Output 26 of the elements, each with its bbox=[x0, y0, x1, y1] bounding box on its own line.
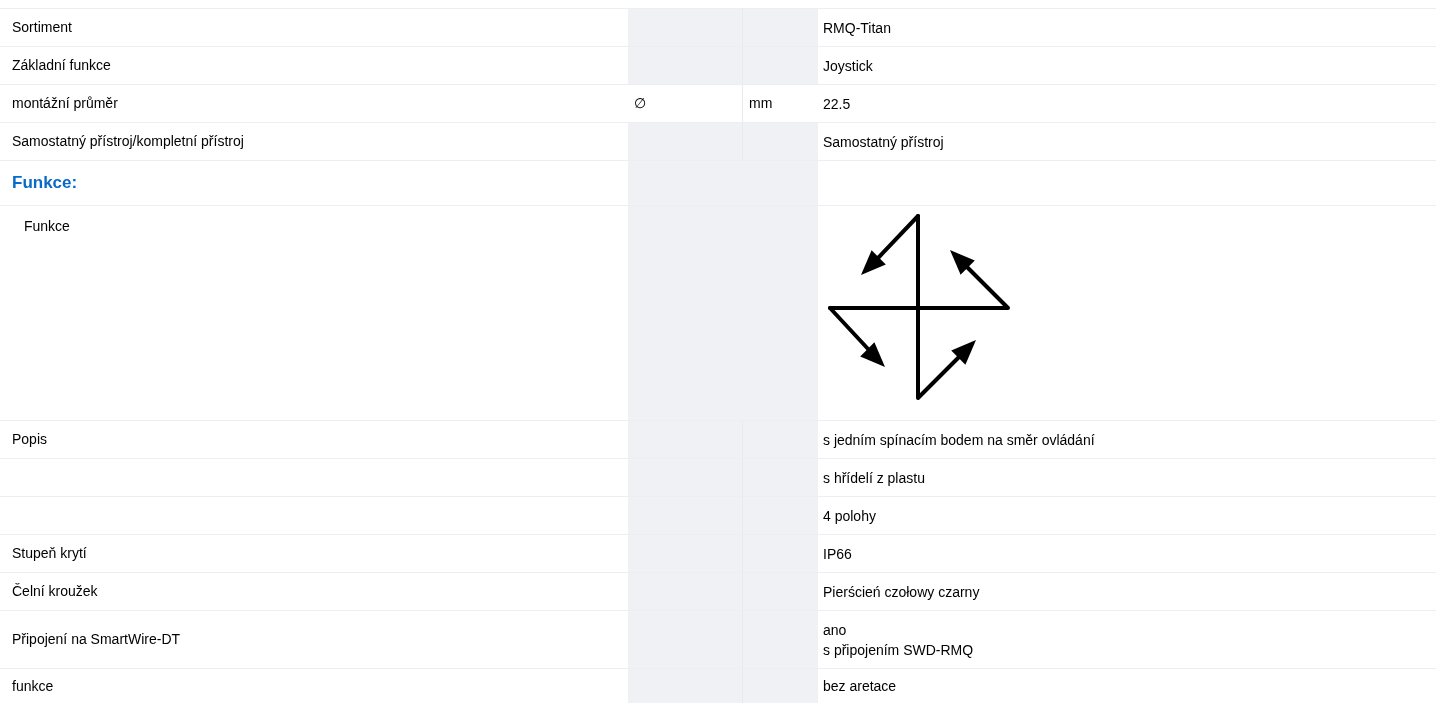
row-value: 4 polohy bbox=[823, 506, 877, 526]
row-label: funkce bbox=[12, 676, 54, 696]
row-value: Pierścień czołowy czarny bbox=[823, 582, 981, 602]
row-value: Joystick bbox=[823, 56, 874, 76]
unit-text: mm bbox=[749, 94, 773, 113]
four-way-arrows-icon bbox=[828, 213, 1012, 403]
row-label: montážní průměr bbox=[12, 94, 118, 113]
row-value: IP66 bbox=[823, 544, 853, 564]
section-heading: Funkce: bbox=[12, 172, 78, 195]
row-value: Samostatný přístroj bbox=[823, 132, 945, 152]
row-value: s jedním spínacím bodem na směr ovládání bbox=[823, 430, 1096, 450]
row-value: RMQ-Titan bbox=[823, 18, 892, 38]
row-label: Připojení na SmartWire-DT bbox=[12, 630, 181, 649]
row-label: Stupeň krytí bbox=[12, 544, 87, 563]
row-value: bez aretace bbox=[823, 677, 898, 696]
row-label: Funkce bbox=[24, 218, 70, 234]
row-label: Sortiment bbox=[12, 18, 72, 37]
row-label: Základní funkce bbox=[12, 56, 111, 75]
symbol-text: ∅ bbox=[634, 94, 646, 113]
row-label: Popis bbox=[12, 430, 48, 449]
row-label: Čelní kroužek bbox=[12, 582, 98, 601]
row-value: 22.5 bbox=[823, 94, 852, 114]
row-value: ano bbox=[823, 620, 848, 640]
row-value: s hřídelí z plastu bbox=[823, 468, 926, 488]
row-label: Samostatný přístroj/kompletní přístroj bbox=[12, 132, 244, 151]
row-value: s připojením SWD-RMQ bbox=[823, 640, 975, 660]
